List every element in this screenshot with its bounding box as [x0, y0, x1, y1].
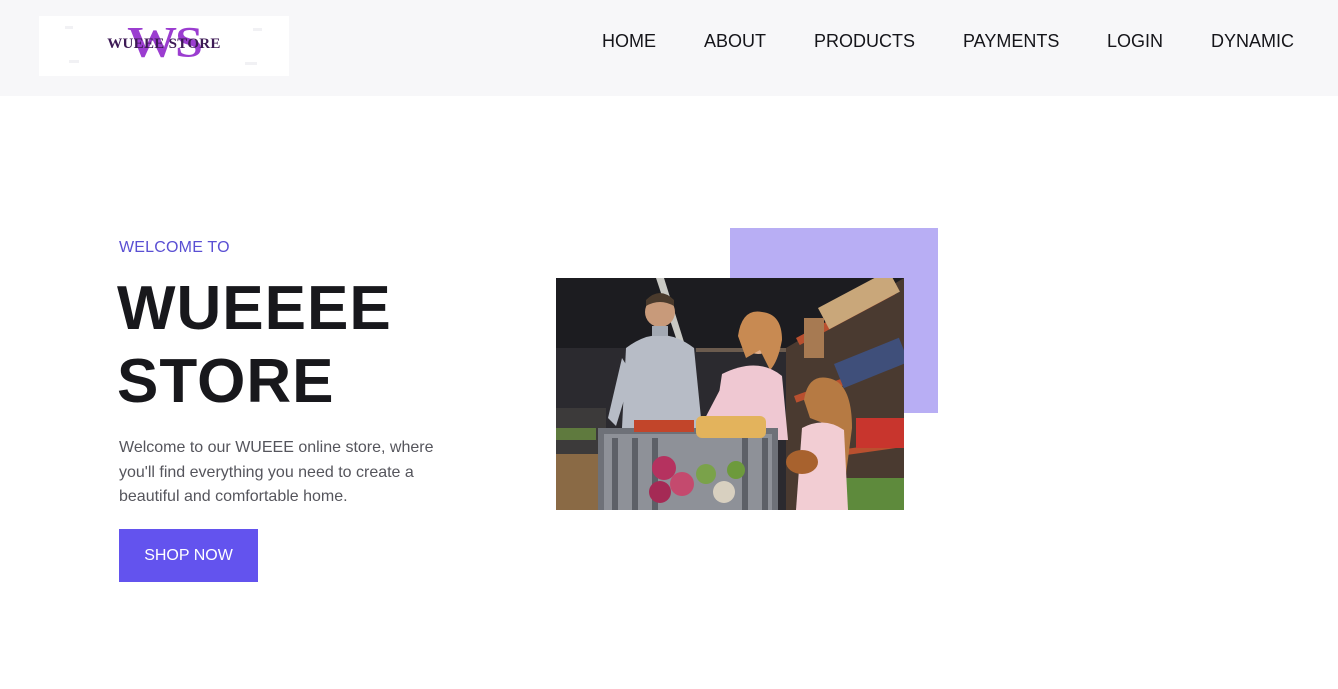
hero-photo [556, 278, 904, 510]
nav-home[interactable]: HOME [602, 30, 656, 52]
hero-eyebrow: WELCOME TO [119, 239, 230, 256]
nav-about[interactable]: ABOUT [704, 30, 766, 52]
site-header: WS WUEEE STORE HOME ABOUT PRODUCTS PAYME… [0, 0, 1338, 96]
main-navigation: HOME ABOUT PRODUCTS PAYMENTS LOGIN DYNAM… [0, 30, 1338, 52]
nav-payments[interactable]: PAYMENTS [963, 30, 1059, 52]
nav-products[interactable]: PRODUCTS [814, 30, 915, 52]
shop-now-button[interactable]: SHOP NOW [119, 529, 258, 582]
hero-title: WUEEEE STORE [117, 274, 392, 416]
family-shopping-illustration [556, 278, 904, 510]
nav-dynamic[interactable]: DYNAMIC [1211, 30, 1294, 52]
nav-login[interactable]: LOGIN [1107, 30, 1163, 52]
hero-description: Welcome to our WUEEE online store, where… [119, 439, 434, 505]
